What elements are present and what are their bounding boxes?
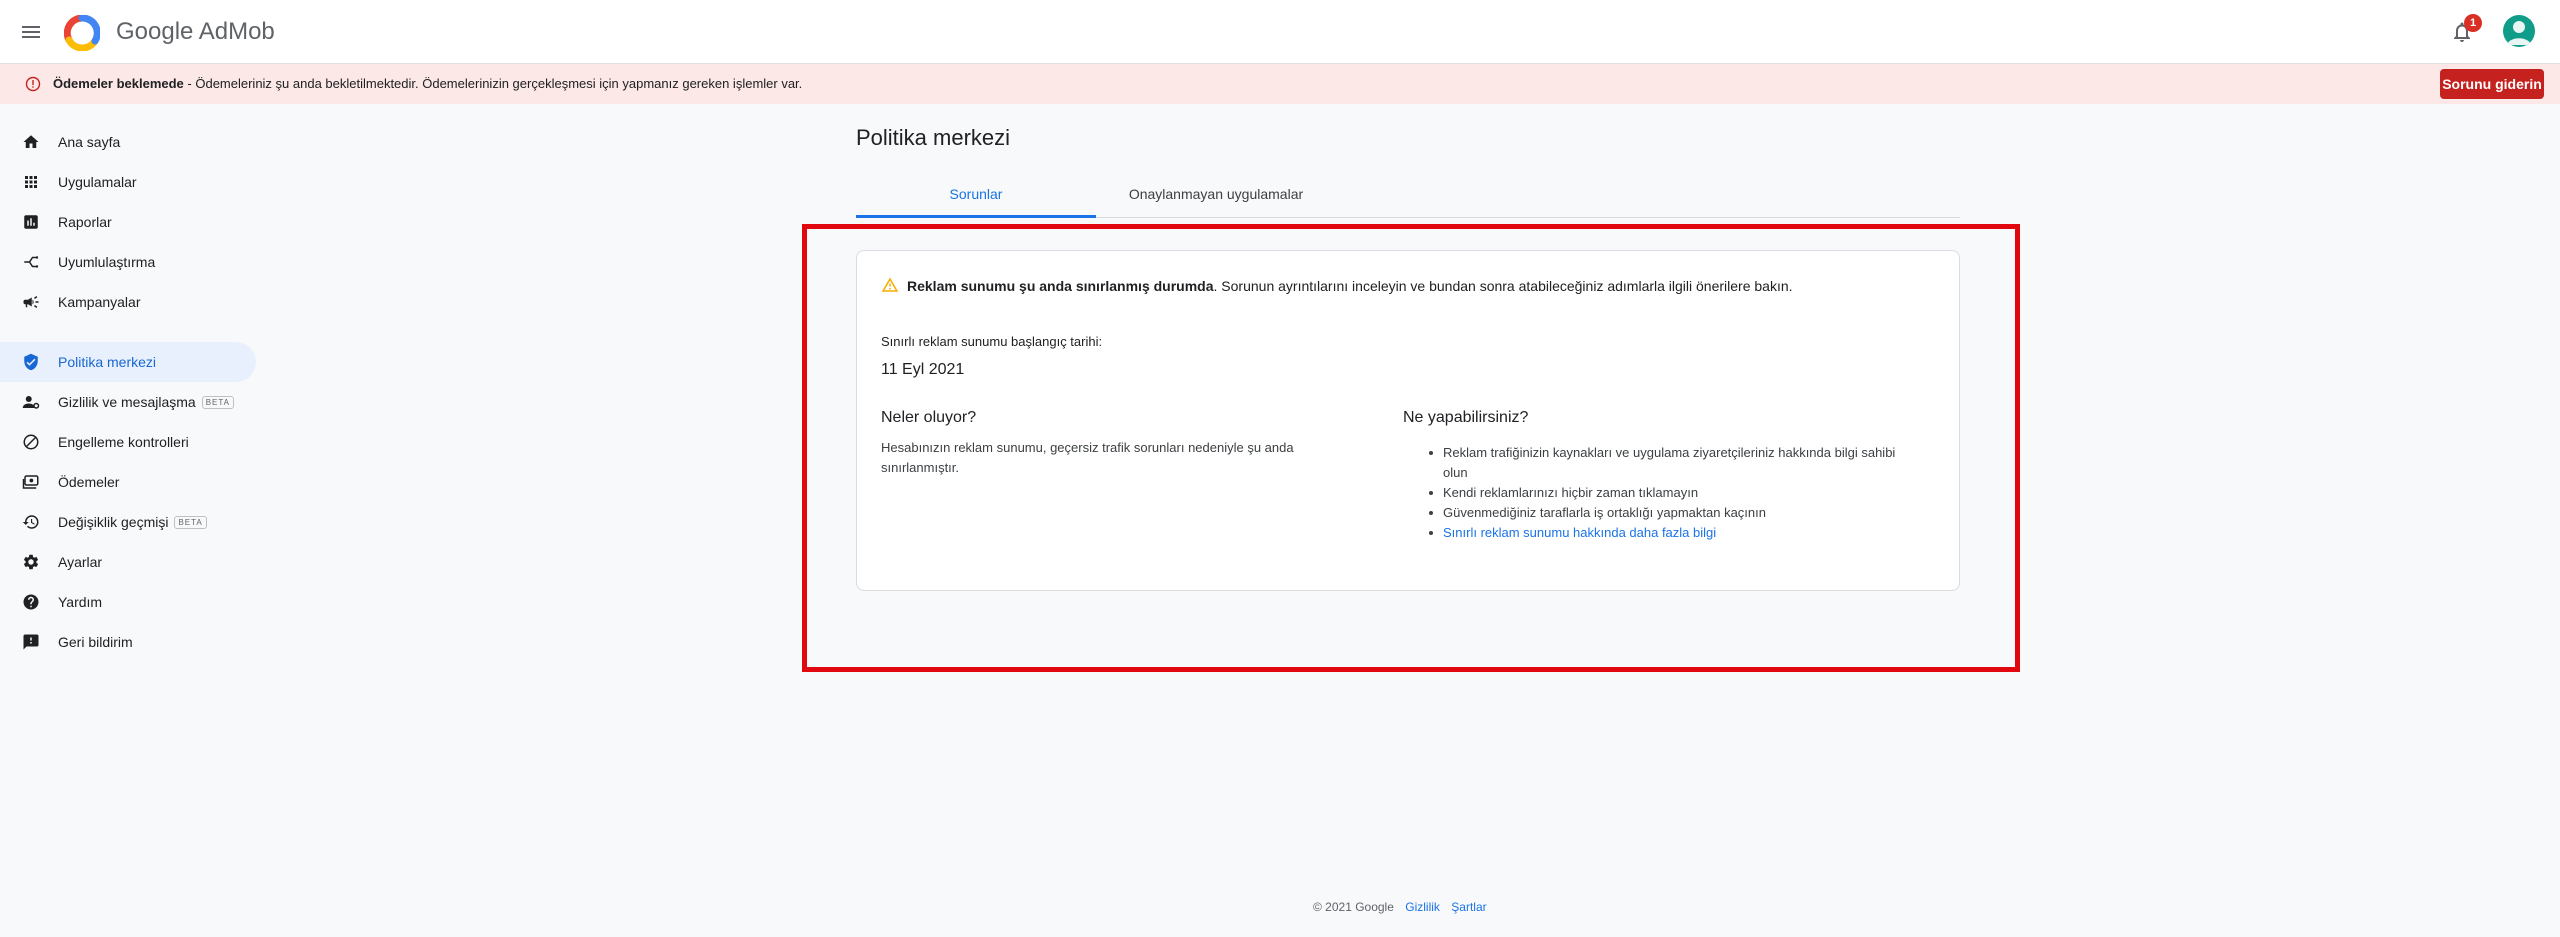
sidebar-item-campaigns[interactable]: Kampanyalar bbox=[0, 282, 256, 322]
privacy-icon bbox=[22, 396, 40, 409]
sidebar-item-label: Gizlilik ve mesajlaşma BETA bbox=[58, 394, 235, 410]
payments-pending-banner: Ödemeler beklemede - Ödemeleriniz şu and… bbox=[0, 64, 2560, 104]
sidebar-item-reports[interactable]: Raporlar bbox=[0, 202, 256, 242]
sidebar-item-text: Gizlilik ve mesajlaşma bbox=[58, 394, 196, 410]
tab-disapproved-apps[interactable]: Onaylanmayan uygulamalar bbox=[1096, 176, 1336, 218]
sidebar-item-privacy[interactable]: Gizlilik ve mesajlaşma BETA bbox=[0, 382, 256, 422]
warning-icon bbox=[881, 277, 899, 292]
block-icon bbox=[23, 434, 39, 450]
sidebar-item-text: Değişiklik geçmişi bbox=[58, 514, 169, 530]
menu-icon[interactable] bbox=[19, 20, 43, 44]
reports-icon bbox=[24, 215, 38, 229]
warning-title: Reklam sunumu şu anda sınırlanmış durumd… bbox=[907, 278, 1214, 294]
sidebar-item-label: Yardım bbox=[58, 594, 103, 610]
warning-message: Reklam sunumu şu anda sınırlanmış durumd… bbox=[907, 277, 1793, 295]
copyright: © 2021 Google bbox=[1313, 900, 1394, 914]
sidebar-item-label: Kampanyalar bbox=[58, 294, 141, 310]
sidebar-item-label: Ana sayfa bbox=[58, 134, 121, 150]
shield-icon bbox=[24, 353, 38, 371]
sidebar-item-label: Politika merkezi bbox=[58, 354, 157, 370]
warning-description: . Sorunun ayrıntılarını inceleyin ve bun… bbox=[1213, 278, 1793, 294]
sidebar-item-label: Engelleme kontrolleri bbox=[58, 434, 189, 450]
sidebar-item-policy-center[interactable]: Politika merkezi bbox=[0, 342, 256, 382]
sidebar-item-label: Ödemeler bbox=[58, 474, 120, 490]
action-item: Kendi reklamlarınızı hiçbir zaman tıklam… bbox=[1403, 483, 1923, 503]
beta-badge: BETA bbox=[201, 396, 235, 409]
whats-happening-heading: Neler oluyor? bbox=[881, 409, 977, 426]
campaign-icon bbox=[23, 296, 39, 308]
feedback-icon bbox=[23, 634, 39, 650]
sidebar-item-label: Ayarlar bbox=[58, 554, 103, 570]
limited-ad-serving-card: Reklam sunumu şu anda sınırlanmış durumd… bbox=[856, 250, 1960, 591]
privacy-link[interactable]: Gizlilik bbox=[1405, 900, 1440, 914]
apps-icon bbox=[25, 176, 37, 188]
sidebar-item-settings[interactable]: Ayarlar bbox=[0, 542, 256, 582]
brand-name: Google AdMob bbox=[116, 18, 275, 45]
gear-icon bbox=[23, 554, 39, 570]
action-list: Reklam trafiğinizin kaynakları ve uygula… bbox=[1403, 443, 1923, 543]
payments-icon bbox=[22, 475, 39, 489]
sidebar-item-help[interactable]: Yardım bbox=[0, 582, 256, 622]
banner-description: - Ödemeleriniz şu anda bekletilmektedir.… bbox=[183, 76, 803, 91]
sidebar-item-label: Geri bildirim bbox=[58, 634, 133, 650]
sidebar-item-label: Raporlar bbox=[58, 214, 112, 230]
help-icon bbox=[23, 594, 39, 610]
home-icon bbox=[23, 135, 39, 148]
beta-badge: BETA bbox=[174, 516, 207, 529]
avatar[interactable] bbox=[2503, 15, 2535, 47]
admob-logo[interactable] bbox=[64, 15, 100, 51]
sidebar-item-label: Değişiklik geçmişi BETA bbox=[58, 514, 207, 530]
sidebar-item-change-history[interactable]: Değişiklik geçmişi BETA bbox=[0, 502, 256, 542]
whats-happening-text: Hesabınızın reklam sunumu, geçersiz traf… bbox=[881, 440, 1294, 475]
sidebar-item-mediation[interactable]: Uyumlulaştırma bbox=[0, 242, 256, 282]
sidebar-item-label: Uygulamalar bbox=[58, 174, 137, 190]
history-icon bbox=[22, 515, 39, 529]
action-item: Güvenmediğiniz taraflarla iş ortaklığı y… bbox=[1403, 503, 1923, 523]
what-you-can-do-heading: Ne yapabilirsiniz? bbox=[1403, 409, 1529, 426]
sidebar-item-apps[interactable]: Uygulamalar bbox=[0, 162, 256, 202]
notification-badge: 1 bbox=[2464, 14, 2482, 32]
top-app-bar: Google AdMob 1 bbox=[0, 0, 2560, 64]
start-date-label: Sınırlı reklam sunumu başlangıç tarihi: bbox=[881, 334, 1103, 349]
mediation-icon bbox=[24, 256, 39, 268]
start-date-value: 11 Eyl 2021 bbox=[881, 361, 965, 378]
fix-issue-button[interactable]: Sorunu giderin bbox=[2440, 69, 2544, 99]
sidebar-item-home[interactable]: Ana sayfa bbox=[0, 122, 256, 162]
tab-issues[interactable]: Sorunlar bbox=[856, 176, 1096, 218]
error-icon bbox=[25, 76, 41, 92]
banner-title: Ödemeler beklemede bbox=[53, 76, 184, 91]
tab-bar: Sorunlar Onaylanmayan uygulamalar bbox=[856, 176, 1960, 218]
sidebar-item-label: Uyumlulaştırma bbox=[58, 254, 156, 270]
sidebar-item-feedback[interactable]: Geri bildirim bbox=[0, 622, 256, 662]
sidebar-item-blocking-controls[interactable]: Engelleme kontrolleri bbox=[0, 422, 256, 462]
banner-message: Ödemeler beklemede - Ödemeleriniz şu and… bbox=[53, 76, 802, 92]
sidebar-item-payments[interactable]: Ödemeler bbox=[0, 462, 256, 502]
terms-link[interactable]: Şartlar bbox=[1451, 900, 1486, 914]
footer: © 2021 Google Gizlilik Şartlar bbox=[1313, 900, 1487, 914]
action-item: Reklam trafiğinizin kaynakları ve uygula… bbox=[1403, 443, 1923, 483]
learn-more-link[interactable]: Sınırlı reklam sunumu hakkında daha fazl… bbox=[1403, 523, 1923, 543]
page-title: Politika merkezi bbox=[856, 125, 1011, 150]
